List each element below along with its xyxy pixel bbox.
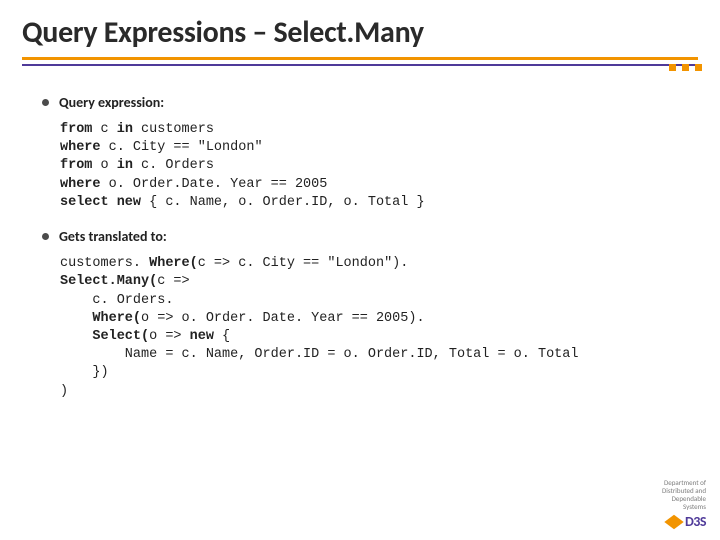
code-text: c => [157, 274, 189, 289]
kw-select-new: select new [60, 195, 141, 210]
code-text: c. Orders. [60, 293, 173, 308]
code-text: o => [149, 329, 190, 344]
kw-in-1: in [117, 122, 133, 137]
dept-text: Department of Distributed and Dependable… [662, 479, 706, 511]
bullet-icon [42, 233, 49, 240]
bullet-1-text: Query expression: [59, 94, 164, 111]
code-block-1: from c in customers where c. City == "Lo… [60, 121, 678, 212]
code-text: }) [60, 365, 109, 380]
code-text: c => c. City == "London"). [198, 256, 409, 271]
code-text: c [92, 122, 116, 137]
code-text [60, 311, 92, 326]
kw-new: new [190, 329, 214, 344]
content-area: Query expression: from c in customers wh… [0, 66, 720, 401]
code-text: Name = c. Name, Order.ID = o. Order.ID, … [60, 347, 578, 362]
bullet-1: Query expression: [42, 94, 678, 111]
kw-where: Where( [149, 256, 198, 271]
code-text: { c. Name, o. Order.ID, o. Total } [141, 195, 425, 210]
cube-icon [664, 514, 683, 529]
kw-in-2: in [117, 158, 133, 173]
footer-logo: Department of Distributed and Dependable… [662, 479, 706, 530]
kw-where-1: where [60, 140, 101, 155]
code-text: ) [60, 384, 68, 399]
code-text: o => o. Order. Date. Year == 2005). [141, 311, 425, 326]
kw-selectmany: Select.Many( [60, 274, 157, 289]
code-text: customers [133, 122, 214, 137]
bullet-2: Gets translated to: [42, 228, 678, 245]
code-text: c. Orders [133, 158, 214, 173]
code-text: o [92, 158, 116, 173]
d3s-logo: D3S [662, 513, 706, 530]
decorative-dots [669, 64, 702, 71]
code-text: o. Order.Date. Year == 2005 [101, 177, 328, 192]
code-text: { [214, 329, 230, 344]
code-text: c. City == "London" [101, 140, 263, 155]
code-text: customers. [60, 256, 149, 271]
title-underline [22, 57, 698, 66]
kw-from-1: from [60, 122, 92, 137]
slide-title: Query Expressions – Select.Many [0, 0, 720, 57]
code-block-2: customers. Where(c => c. City == "London… [60, 255, 678, 401]
dept-line: Systems [662, 503, 706, 511]
d3s-text: D3S [685, 513, 706, 530]
kw-where-2: where [60, 177, 101, 192]
kw-where: Where( [92, 311, 141, 326]
bullet-icon [42, 99, 49, 106]
kw-from-2: from [60, 158, 92, 173]
code-text [60, 329, 92, 344]
bullet-2-text: Gets translated to: [59, 228, 167, 245]
kw-select: Select( [92, 329, 149, 344]
slide: Query Expressions – Select.Many Query ex… [0, 0, 720, 540]
